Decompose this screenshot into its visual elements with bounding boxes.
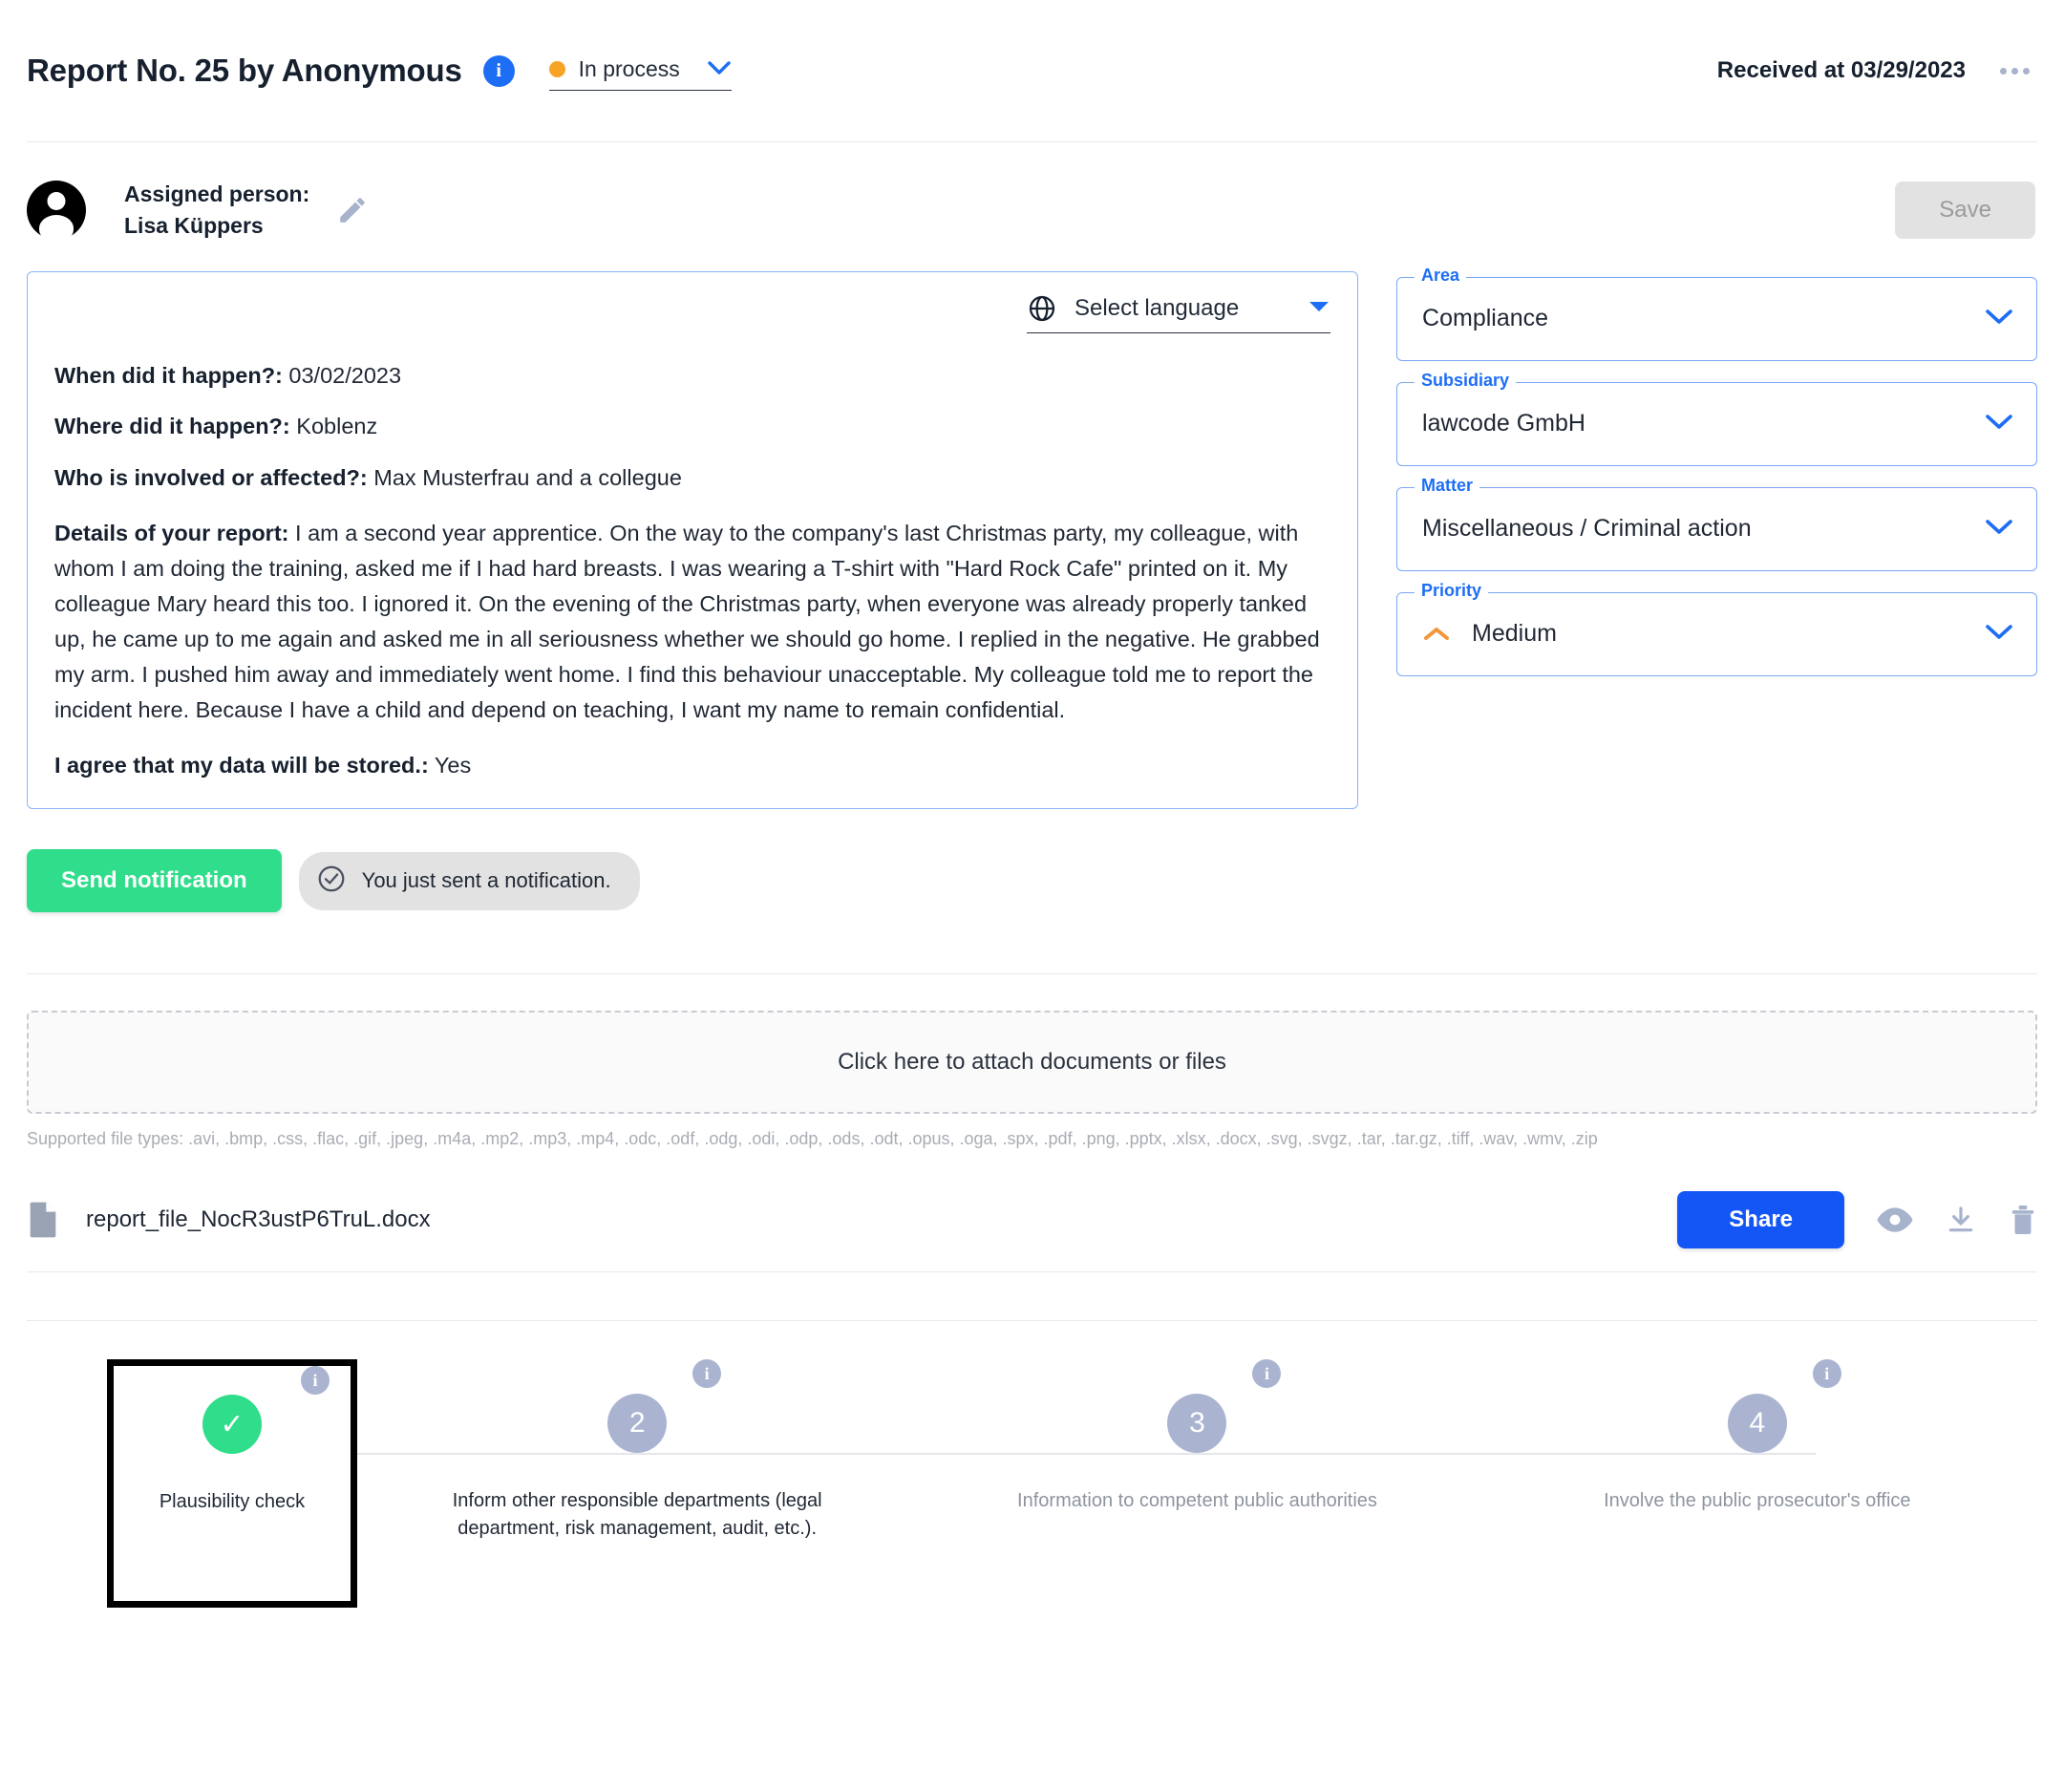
chevron-down-icon — [1308, 300, 1330, 316]
avatar — [27, 181, 86, 241]
page-title: Report No. 25 by Anonymous — [27, 53, 462, 88]
chevron-down-icon — [1985, 624, 2013, 645]
header-right-group: Received at 03/29/2023 — [1717, 57, 2035, 84]
edit-pencil-icon[interactable] — [336, 194, 369, 226]
attached-file-row: report_file_NocR3ustP6TruL.docx Share — [27, 1191, 2037, 1273]
language-row: Select language — [54, 293, 1331, 333]
more-options-icon[interactable] — [1994, 62, 2035, 80]
question-who-label: Who is involved or affected?: — [54, 465, 368, 490]
stepper-step-3[interactable]: i 3 Information to competent public auth… — [917, 1359, 1477, 1608]
workflow-stepper: i ✓ Plausibility check i 2 Inform other … — [0, 1359, 2064, 1609]
info-icon[interactable]: i — [692, 1359, 722, 1389]
attachments-divider — [27, 973, 2037, 975]
question-details-label: Details of your report: — [54, 520, 289, 545]
matter-dropdown[interactable]: Matter Miscellaneous / Criminal action — [1396, 475, 2037, 571]
status-dot-icon — [548, 61, 565, 77]
assigned-person-label: Assigned person: — [124, 181, 310, 206]
stepper-step-4[interactable]: i 4 Involve the public prosecutor's offi… — [1478, 1359, 2037, 1608]
answer-where: Where did it happen?: Koblenz — [54, 413, 1330, 440]
chevron-down-icon — [1985, 309, 2013, 330]
subsidiary-value: lawcode GmbH — [1422, 410, 1585, 437]
answer-agree: I agree that my data will be stored.: Ye… — [54, 752, 1330, 779]
priority-medium-icon — [1422, 626, 1451, 643]
chevron-down-icon — [1985, 519, 2013, 540]
report-answers: When did it happen?: 03/02/2023 Where di… — [54, 362, 1330, 779]
subsidiary-dropdown[interactable]: Subsidiary lawcode GmbH — [1396, 370, 2037, 466]
answer-details: Details of your report: I am a second ye… — [54, 516, 1330, 729]
save-button[interactable]: Save — [1895, 181, 2035, 240]
question-details-value: I am a second year apprentice. On the wa… — [54, 520, 1320, 723]
supported-file-types: Supported file types: .avi, .bmp, .css, … — [27, 1129, 1598, 1149]
select-language-dropdown[interactable]: Select language — [1027, 293, 1331, 333]
stepper-label-1: Plausibility check — [159, 1491, 306, 1513]
download-icon[interactable] — [1946, 1205, 1976, 1235]
main-content: Select language When did it happen?: 03/… — [0, 262, 2064, 810]
priority-dropdown[interactable]: Priority Medium — [1396, 580, 2037, 676]
question-agree-value: Yes — [428, 753, 472, 779]
subsidiary-label: Subsidiary — [1415, 370, 1517, 391]
question-who-value: Max Musterfrau and a collegue — [367, 465, 682, 490]
question-when-value: 03/02/2023 — [282, 362, 402, 388]
stepper-marker-1[interactable]: ✓ — [202, 1395, 262, 1455]
status-label: In process — [578, 56, 680, 81]
attach-files-dropzone[interactable]: Click here to attach documents or files — [27, 1011, 2037, 1115]
stepper-marker-2[interactable]: 2 — [607, 1394, 668, 1454]
globe-icon — [1027, 293, 1057, 324]
info-icon[interactable]: i — [1812, 1359, 1841, 1389]
info-icon[interactable]: i — [301, 1366, 330, 1396]
assigned-person-name: Lisa Küppers — [124, 213, 264, 239]
question-where-label: Where did it happen?: — [54, 414, 290, 439]
check-circle-icon — [316, 864, 347, 899]
stepper-marker-4[interactable]: 4 — [1727, 1394, 1787, 1454]
priority-value: Medium — [1472, 620, 1557, 648]
matter-value: Miscellaneous / Criminal action — [1422, 515, 1752, 543]
status-dropdown[interactable]: In process — [548, 56, 732, 91]
priority-label: Priority — [1415, 580, 1489, 601]
select-language-label: Select language — [1075, 294, 1240, 321]
stepper-label-3: Information to competent public authorit… — [1017, 1490, 1377, 1512]
stepper-marker-3[interactable]: 3 — [1167, 1394, 1227, 1454]
preview-eye-icon[interactable] — [1877, 1207, 1913, 1232]
delete-trash-icon[interactable] — [2009, 1204, 2037, 1236]
notification-toast: You just sent a notification. — [298, 851, 640, 910]
header-left-group: Report No. 25 by Anonymous i In process — [27, 53, 732, 91]
send-notification-button[interactable]: Send notification — [27, 849, 282, 913]
report-metadata-panel: Area Compliance Subsidiary lawcode GmbH … — [1396, 265, 2037, 676]
info-icon[interactable]: i — [482, 54, 515, 87]
question-where-value: Koblenz — [289, 414, 378, 439]
stepper-label-2: Inform other responsible departments (le… — [452, 1490, 822, 1540]
stepper-step-2[interactable]: i 2 Inform other responsible departments… — [357, 1359, 917, 1608]
chevron-down-icon — [680, 60, 732, 79]
stepper-step-1[interactable]: i ✓ Plausibility check — [107, 1359, 357, 1609]
notification-row: Send notification You just sent a notifi… — [0, 809, 2064, 913]
document-icon — [27, 1201, 59, 1239]
question-agree-label: I agree that my data will be stored.: — [54, 753, 429, 779]
info-icon[interactable]: i — [1252, 1359, 1282, 1389]
received-date: Received at 03/29/2023 — [1716, 57, 1966, 83]
area-value: Compliance — [1422, 305, 1549, 332]
share-button[interactable]: Share — [1677, 1191, 1844, 1249]
stepper-label-4: Involve the public prosecutor's office — [1604, 1490, 1911, 1512]
area-label: Area — [1415, 265, 1467, 286]
report-details-card: Select language When did it happen?: 03/… — [27, 270, 1359, 810]
stepper-divider — [27, 1320, 2037, 1322]
assigned-person-text: Assigned person: Lisa Küppers — [124, 179, 309, 243]
chevron-down-icon — [1985, 414, 2013, 435]
assigned-person-row: Assigned person: Lisa Küppers Save — [0, 142, 2064, 262]
attached-file-name: report_file_NocR3ustP6TruL.docx — [86, 1206, 431, 1233]
question-when-label: When did it happen?: — [54, 362, 283, 388]
page-header: Report No. 25 by Anonymous i In process … — [0, 0, 2064, 141]
answer-who: Who is involved or affected?: Max Muster… — [54, 464, 1330, 492]
notification-toast-text: You just sent a notification. — [361, 868, 611, 893]
answer-when: When did it happen?: 03/02/2023 — [54, 362, 1330, 390]
area-dropdown[interactable]: Area Compliance — [1396, 265, 2037, 361]
matter-label: Matter — [1415, 475, 1480, 496]
file-actions: Share — [1677, 1191, 2037, 1249]
